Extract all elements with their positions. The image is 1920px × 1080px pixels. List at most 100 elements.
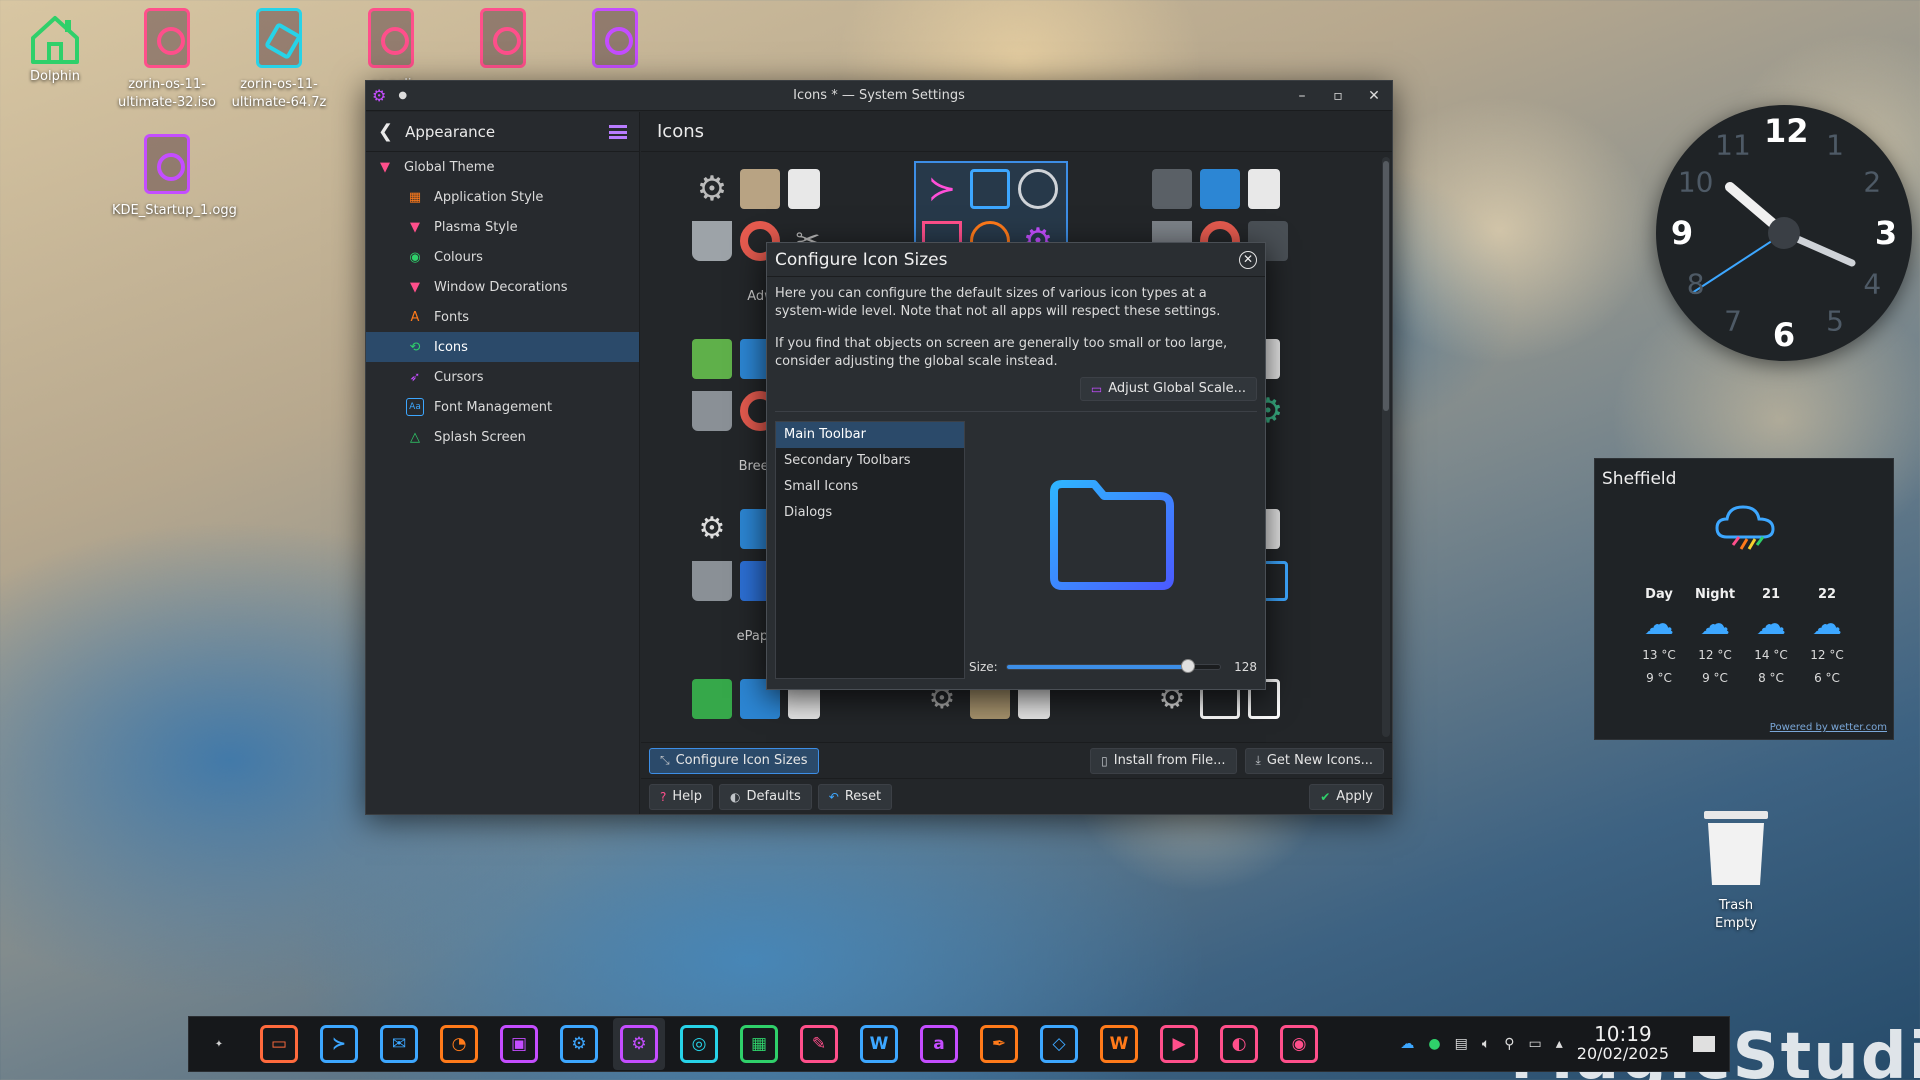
forecast-high: 12 °C	[1698, 648, 1732, 662]
show-desktop-icon[interactable]	[1693, 1036, 1715, 1052]
apply-button[interactable]: ✔ Apply	[1309, 783, 1384, 810]
cloud-sync-icon[interactable]: ☁	[1400, 1036, 1414, 1052]
desktop-icon-dolphin[interactable]: Dolphin	[0, 8, 110, 86]
list-item-small-icons[interactable]: Small Icons	[776, 474, 964, 500]
taskbar-app[interactable]: ✎	[793, 1018, 845, 1070]
rain-icon: ☁	[1756, 607, 1786, 642]
button-label: Help	[672, 789, 703, 804]
list-item-secondary-toolbars[interactable]: Secondary Toolbars	[776, 448, 964, 474]
analog-clock-widget[interactable]: 12 1 2 3 4 5 6 7 8 9 10 11	[1656, 105, 1912, 361]
taskbar-app[interactable]: ▭	[253, 1018, 305, 1070]
close-icon[interactable]: ✕	[1366, 88, 1382, 104]
taskbar-app[interactable]: ◔	[433, 1018, 485, 1070]
clock-number: 4	[1863, 267, 1882, 301]
sidebar-item-plasma-style[interactable]: ▼ Plasma Style	[366, 212, 639, 242]
taskbar-app[interactable]: ▦	[733, 1018, 785, 1070]
clock-time: 10:19	[1594, 1022, 1652, 1046]
taskbar-app[interactable]: ✒	[973, 1018, 1025, 1070]
taskbar-apps: ✦ ▭ ≻ ✉ ◔ ▣ ⚙ ⚙ ◎ ▦ ✎ Wa ✒ ◇ W ▶ ◐ ◉	[189, 1018, 1329, 1070]
size-slider[interactable]	[1005, 659, 1221, 673]
taskbar-app[interactable]: ◇	[1033, 1018, 1085, 1070]
desktop-icon-trash[interactable]: Trash Empty	[1686, 805, 1786, 933]
pin-icon[interactable]: ●	[398, 90, 407, 101]
configure-icon-sizes-button[interactable]: ⤡ Configure Icon Sizes	[649, 747, 819, 774]
taskbar-app[interactable]: ⚙	[613, 1018, 665, 1070]
taskbar-app[interactable]: ◐	[1213, 1018, 1265, 1070]
dialog-close-icon[interactable]: ✕	[1239, 250, 1257, 269]
graphics-icon: ✎	[800, 1025, 838, 1063]
digital-clock[interactable]: 10:19 20/02/2025	[1577, 1024, 1669, 1064]
sidebar-item-splash-screen[interactable]: △ Splash Screen	[366, 422, 639, 452]
status-green-icon[interactable]: ●	[1428, 1036, 1440, 1052]
folder-icon: ▭	[260, 1025, 298, 1063]
taskbar-app[interactable]: ▶	[1153, 1018, 1205, 1070]
defaults-button[interactable]: ◐ Defaults	[719, 783, 812, 810]
slider-fill	[1006, 665, 1188, 669]
forecast-night: Night ☁ 12 °C 9 °C	[1687, 587, 1743, 690]
desktop-icon-iso[interactable]: zorin-os-11-ultimate-32.iso	[112, 8, 222, 112]
maximize-icon[interactable]: ▫	[1330, 88, 1346, 104]
sidebar-title: Appearance	[405, 122, 496, 141]
sidebar-item-icons[interactable]: ⟲ Icons	[366, 332, 639, 362]
taskbar-app[interactable]: ◉	[1273, 1018, 1325, 1070]
desktop-icon-label: KDE_Startup_1.ogg	[112, 203, 237, 218]
desktop-icon-7z[interactable]: zorin-os-11-ultimate-64.7z	[224, 8, 334, 112]
sidebar-item-application-style[interactable]: ▦ Application Style	[366, 182, 639, 212]
disc-image-icon	[144, 8, 190, 68]
powered-by-link[interactable]: Powered by wetter.com	[1770, 722, 1887, 733]
get-new-icons-button[interactable]: ⤓ Get New Icons...	[1244, 747, 1384, 774]
list-item-main-toolbar[interactable]: Main Toolbar	[776, 422, 964, 448]
desktop-icon-ogg[interactable]: KDE_Startup_1.ogg	[112, 134, 237, 220]
list-item-dialogs[interactable]: Dialogs	[776, 500, 964, 526]
taskbar-app[interactable]: ▣	[493, 1018, 545, 1070]
taskbar-app[interactable]: ✉	[373, 1018, 425, 1070]
taskbar-app[interactable]: W	[853, 1018, 905, 1070]
scrollbar-thumb[interactable]	[1383, 161, 1389, 411]
sidebar-item-cursors[interactable]: ➶ Cursors	[366, 362, 639, 392]
grid-scrollbar[interactable]	[1382, 157, 1390, 737]
reset-button[interactable]: ↶ Reset	[817, 783, 893, 810]
terminal-icon: ≻	[320, 1025, 358, 1063]
taskbar-app[interactable]: ✦	[193, 1018, 245, 1070]
desktop-icon-file-6[interactable]	[560, 8, 670, 76]
sidebar-item-label: Cursors	[434, 369, 484, 385]
edge-icon: ◎	[680, 1025, 718, 1063]
trash-icon	[1700, 805, 1772, 889]
taskbar-app[interactable]: W	[1093, 1018, 1145, 1070]
slider-handle[interactable]	[1181, 659, 1195, 673]
minimize-icon[interactable]: –	[1294, 88, 1310, 104]
clock-number: 10	[1677, 165, 1714, 199]
taskbar-app[interactable]: ◎	[673, 1018, 725, 1070]
clock-number: 8	[1686, 267, 1705, 301]
button-label: Install from File...	[1113, 753, 1226, 768]
desktop-icon-file-5[interactable]	[448, 8, 558, 76]
back-arrow-icon[interactable]: ❮	[378, 121, 393, 142]
weather-widget[interactable]: Sheffield Day ☁ 13 °C 9 °C Night ☁ 12 °C…	[1594, 458, 1894, 740]
sidebar-item-global-theme[interactable]: ▼ Global Theme	[366, 152, 639, 182]
taskbar-app[interactable]: ≻	[313, 1018, 365, 1070]
sidebar-item-label: Icons	[434, 339, 468, 355]
forecast-high: 14 °C	[1754, 648, 1788, 662]
clipboard-icon[interactable]: ▤	[1455, 1036, 1468, 1052]
sidebar-item-font-management[interactable]: Aa Font Management	[366, 392, 639, 422]
volume-icon[interactable]: 🔈︎	[1482, 1036, 1490, 1052]
settings-app-icon[interactable]: ⚙	[372, 86, 386, 105]
sidebar-item-window-decorations[interactable]: ▼ Window Decorations	[366, 272, 639, 302]
install-from-file-button[interactable]: ▯ Install from File...	[1090, 747, 1237, 774]
hamburger-menu-icon[interactable]	[609, 124, 627, 139]
usb-icon[interactable]: ⚲	[1504, 1036, 1514, 1052]
sidebar-item-colours[interactable]: ◉ Colours	[366, 242, 639, 272]
dialog-hint: If you find that objects on screen are g…	[775, 336, 1228, 369]
taskbar-app[interactable]: a	[913, 1018, 965, 1070]
display-icon[interactable]: ▭	[1529, 1036, 1542, 1052]
title-bar[interactable]: ⚙ ● Icons * — System Settings – ▫ ✕	[366, 81, 1392, 111]
sidebar-item-fonts[interactable]: A Fonts	[366, 302, 639, 332]
adjust-global-scale-button[interactable]: ▭ Adjust Global Scale...	[1079, 377, 1257, 401]
help-button[interactable]: ? Help	[649, 783, 714, 810]
taskbar-app[interactable]: ⚙	[553, 1018, 605, 1070]
sidebar-item-label: Splash Screen	[434, 429, 526, 445]
sidebar-header: ❮ Appearance	[366, 112, 639, 152]
sidebar-item-label: Window Decorations	[434, 279, 568, 295]
button-label: Get New Icons...	[1266, 753, 1373, 768]
expand-tray-icon[interactable]: ▴	[1556, 1036, 1563, 1052]
